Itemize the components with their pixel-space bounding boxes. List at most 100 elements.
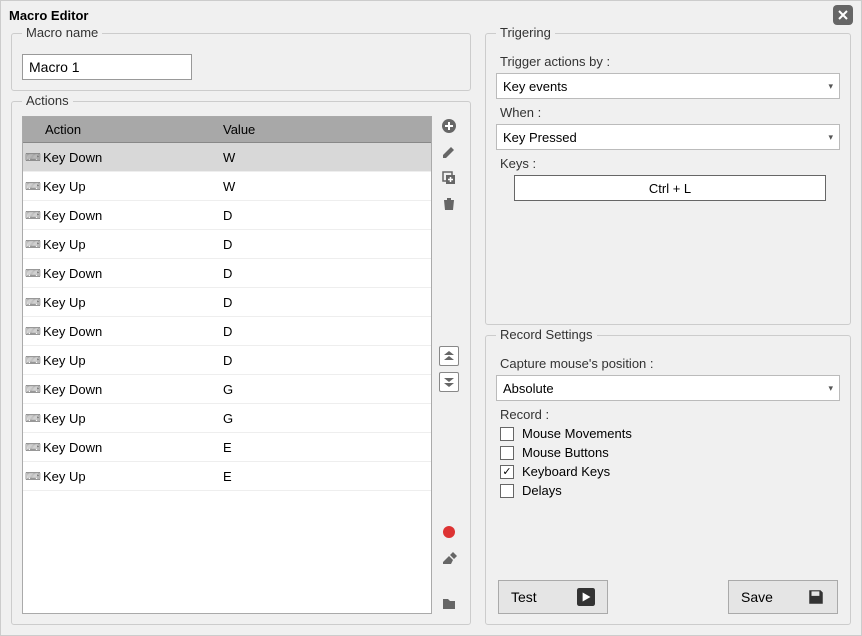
actions-side-buttons	[438, 116, 460, 614]
add-action-button[interactable]	[439, 116, 459, 136]
move-down-button[interactable]	[439, 372, 459, 392]
record-label: Record :	[500, 407, 840, 422]
play-icon	[577, 588, 595, 606]
keyboard-icon: ⌨	[23, 151, 43, 164]
checkbox[interactable]: ✓	[500, 465, 514, 479]
action-value: D	[223, 353, 431, 368]
keyboard-icon: ⌨	[23, 470, 43, 483]
actions-table: Action Value ⌨Key DownW⌨Key UpW⌨Key Down…	[22, 116, 432, 614]
action-name: Key Down	[43, 440, 223, 455]
record-option[interactable]: Mouse Buttons	[500, 445, 840, 460]
record-option[interactable]: Delays	[500, 483, 840, 498]
chevron-down-icon: ▾	[828, 383, 833, 394]
action-row[interactable]: ⌨Key UpD	[23, 288, 431, 317]
record-option-label: Mouse Buttons	[522, 445, 609, 460]
action-row[interactable]: ⌨Key UpW	[23, 172, 431, 201]
delete-action-button[interactable]	[439, 194, 459, 214]
action-value: W	[223, 179, 431, 194]
trigger-by-label: Trigger actions by :	[500, 54, 840, 69]
action-row[interactable]: ⌨Key DownD	[23, 201, 431, 230]
macro-editor-window: Macro Editor Macro name Actions Action V…	[0, 0, 862, 636]
import-button[interactable]	[439, 594, 459, 614]
header-value: Value	[223, 122, 431, 137]
action-name: Key Up	[43, 411, 223, 426]
action-row[interactable]: ⌨Key UpG	[23, 404, 431, 433]
action-value: D	[223, 208, 431, 223]
record-option-label: Delays	[522, 483, 562, 498]
action-row[interactable]: ⌨Key DownE	[23, 433, 431, 462]
keyboard-icon: ⌨	[23, 354, 43, 367]
trigger-by-combo[interactable]: Key events ▾	[496, 73, 840, 99]
test-button-label: Test	[511, 589, 537, 605]
when-label: When :	[500, 105, 840, 120]
macro-name-input[interactable]	[22, 54, 192, 80]
keys-input[interactable]: Ctrl + L	[514, 175, 826, 201]
record-option-label: Keyboard Keys	[522, 464, 610, 479]
duplicate-action-button[interactable]	[439, 168, 459, 188]
keyboard-icon: ⌨	[23, 325, 43, 338]
action-name: Key Down	[43, 324, 223, 339]
action-value: E	[223, 440, 431, 455]
save-button[interactable]: Save	[728, 580, 838, 614]
keyboard-icon: ⌨	[23, 267, 43, 280]
macro-name-legend: Macro name	[22, 25, 102, 40]
action-value: D	[223, 324, 431, 339]
record-option-label: Mouse Movements	[522, 426, 632, 441]
move-up-button[interactable]	[439, 346, 459, 366]
action-name: Key Up	[43, 179, 223, 194]
capture-combo[interactable]: Absolute ▾	[496, 375, 840, 401]
action-value: D	[223, 295, 431, 310]
action-row[interactable]: ⌨Key DownD	[23, 317, 431, 346]
action-name: Key Down	[43, 382, 223, 397]
action-name: Key Up	[43, 237, 223, 252]
action-name: Key Down	[43, 266, 223, 281]
keyboard-icon: ⌨	[23, 383, 43, 396]
record-button[interactable]	[439, 522, 459, 542]
header-action: Action	[23, 122, 223, 137]
record-option[interactable]: ✓ Keyboard Keys	[500, 464, 840, 479]
action-name: Key Down	[43, 150, 223, 165]
action-name: Key Up	[43, 295, 223, 310]
trigger-by-value: Key events	[503, 79, 567, 94]
capture-label: Capture mouse's position :	[500, 356, 840, 371]
chevron-down-icon: ▾	[828, 132, 833, 143]
when-combo[interactable]: Key Pressed ▾	[496, 124, 840, 150]
action-row[interactable]: ⌨Key DownD	[23, 259, 431, 288]
close-button[interactable]	[833, 5, 853, 25]
checkbox[interactable]	[500, 484, 514, 498]
keyboard-icon: ⌨	[23, 180, 43, 193]
edit-action-button[interactable]	[439, 142, 459, 162]
actions-group: Actions Action Value ⌨Key DownW⌨Key UpW⌨…	[11, 101, 471, 625]
action-name: Key Up	[43, 353, 223, 368]
keyboard-icon: ⌨	[23, 296, 43, 309]
chevron-down-icon: ▾	[828, 81, 833, 92]
action-name: Key Down	[43, 208, 223, 223]
window-title: Macro Editor	[9, 8, 88, 23]
test-button[interactable]: Test	[498, 580, 608, 614]
action-value: G	[223, 382, 431, 397]
action-row[interactable]: ⌨Key DownW	[23, 143, 431, 172]
triggering-group: Trigering Trigger actions by : Key event…	[485, 33, 851, 325]
record-settings-group: Record Settings Capture mouse's position…	[485, 335, 851, 625]
action-row[interactable]: ⌨Key UpD	[23, 346, 431, 375]
checkbox[interactable]	[500, 446, 514, 460]
titlebar: Macro Editor	[1, 1, 861, 29]
keys-value: Ctrl + L	[649, 181, 691, 196]
action-row[interactable]: ⌨Key DownG	[23, 375, 431, 404]
action-value: G	[223, 411, 431, 426]
triggering-legend: Trigering	[496, 25, 555, 40]
save-icon	[807, 588, 825, 606]
checkbox[interactable]	[500, 427, 514, 441]
keyboard-icon: ⌨	[23, 209, 43, 222]
actions-rows: ⌨Key DownW⌨Key UpW⌨Key DownD⌨Key UpD⌨Key…	[23, 143, 431, 613]
actions-header: Action Value	[23, 117, 431, 143]
action-row[interactable]: ⌨Key UpE	[23, 462, 431, 491]
action-value: D	[223, 266, 431, 281]
keyboard-icon: ⌨	[23, 412, 43, 425]
clear-button[interactable]	[439, 548, 459, 568]
action-row[interactable]: ⌨Key UpD	[23, 230, 431, 259]
keyboard-icon: ⌨	[23, 238, 43, 251]
record-option[interactable]: Mouse Movements	[500, 426, 840, 441]
action-value: D	[223, 237, 431, 252]
macro-name-group: Macro name	[11, 33, 471, 91]
